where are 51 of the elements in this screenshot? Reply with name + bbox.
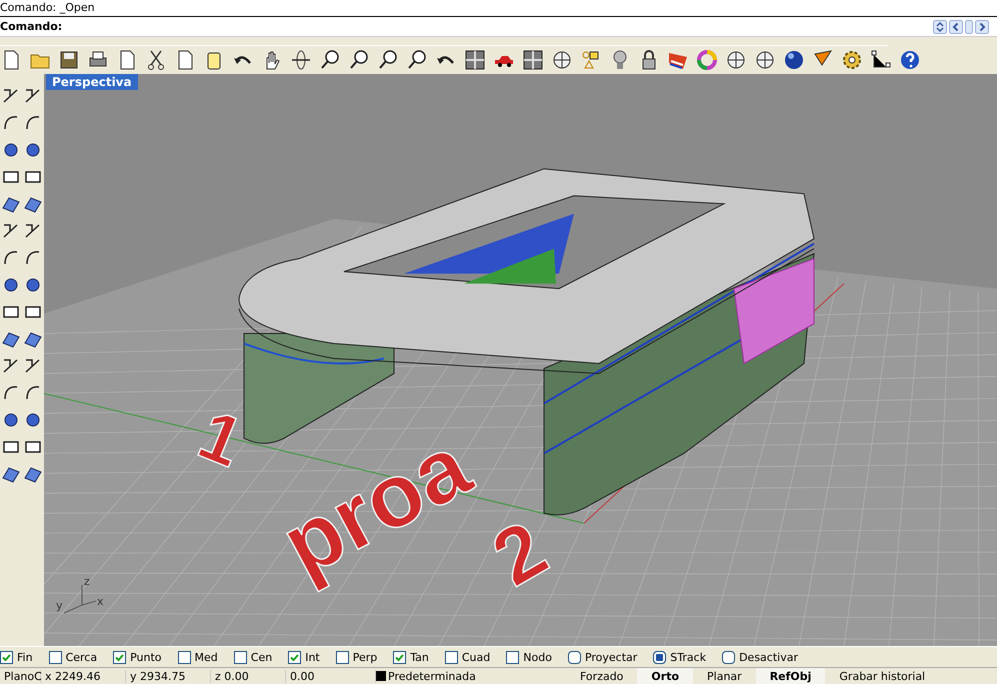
axis-label: x: [97, 595, 104, 608]
osnap-checkbox[interactable]: Int: [288, 650, 320, 664]
osnap-checkbox[interactable]: Cen: [234, 650, 272, 664]
status-x: x 2249.46: [41, 670, 126, 682]
checkmark-icon: [114, 652, 126, 662]
osnap-checkbox[interactable]: Fin: [0, 650, 33, 664]
status-z: z 0.00: [211, 670, 286, 682]
axis-label: y: [56, 599, 63, 612]
viewport-tab[interactable]: Perspectiva: [46, 74, 138, 90]
wire-sphere-icon[interactable]: [754, 49, 776, 71]
plane-icon[interactable]: [522, 49, 544, 71]
status-toggle[interactable]: Orto: [637, 668, 694, 684]
osnap-checkbox[interactable]: Cuad: [444, 650, 490, 664]
rotate-icon[interactable]: [290, 49, 312, 71]
model-text: 1: [188, 394, 254, 482]
osnap-checkbox[interactable]: Punto: [113, 650, 162, 664]
axes-icon: [64, 584, 96, 614]
checkmark-icon: [1, 652, 12, 662]
spin-icon[interactable]: [933, 20, 947, 34]
osnap-checkbox[interactable]: Proyectar: [568, 650, 638, 664]
status-plane: PlanoC: [0, 670, 41, 682]
viewport[interactable]: Perspectiva 1 proa 2 z y x: [44, 74, 997, 646]
osnap-checkbox[interactable]: Nodo: [506, 650, 552, 664]
zoom-window-icon[interactable]: [348, 49, 370, 71]
color-wheel-icon[interactable]: [696, 49, 718, 71]
zoom-extents-icon[interactable]: [377, 49, 399, 71]
osnap-checkbox[interactable]: STrack: [653, 650, 706, 664]
save-icon[interactable]: [58, 49, 80, 71]
command-prompt: Comando:: [0, 20, 62, 33]
command-history: Comando: _Open: [0, 0, 997, 17]
checkmark-icon: [289, 652, 300, 662]
osnap-checkbox[interactable]: Desactivar: [722, 650, 798, 664]
ball-icon[interactable]: [783, 49, 805, 71]
axis-label: z: [84, 575, 90, 588]
help-icon[interactable]: [899, 49, 921, 71]
osnap-checkbox[interactable]: Med: [178, 650, 218, 664]
grid-icon[interactable]: [464, 49, 486, 71]
status-toggle[interactable]: RefObj: [756, 668, 826, 684]
layer-swatch-icon: [376, 671, 386, 681]
gear-icon[interactable]: [841, 49, 863, 71]
zoom-in-icon[interactable]: [319, 49, 341, 71]
scroll-thumb-icon[interactable]: [965, 20, 973, 34]
osnap-checkbox[interactable]: Cerca: [48, 650, 98, 664]
osnap-checkbox[interactable]: Tan: [393, 650, 429, 664]
status-y: y 2934.75: [126, 670, 211, 682]
checkmark-icon: [394, 652, 406, 662]
zoom-selected-icon[interactable]: [406, 49, 428, 71]
sphere-icon[interactable]: [725, 49, 747, 71]
cut-icon[interactable]: [145, 49, 167, 71]
status-layer[interactable]: Predeterminada: [388, 670, 476, 682]
osnap-checkbox[interactable]: Perp: [336, 650, 378, 664]
